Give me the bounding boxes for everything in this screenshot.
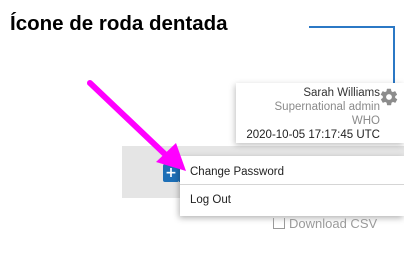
user-dropdown-menu: Change Password Log Out xyxy=(180,156,404,216)
user-info: Sarah Williams Supernational admin WHO 2… xyxy=(246,86,380,142)
annotation-leader-line xyxy=(309,26,395,28)
add-button[interactable]: + xyxy=(163,164,179,182)
user-name: Sarah Williams xyxy=(303,87,380,99)
menu-divider xyxy=(180,184,404,185)
download-csv-button[interactable]: Download CSV xyxy=(273,216,378,231)
log-out-menu-item[interactable]: Log Out xyxy=(190,194,231,206)
download-csv-label: Download CSV xyxy=(289,216,378,231)
change-password-menu-item[interactable]: Change Password xyxy=(190,166,284,178)
user-role: Supernational admin xyxy=(274,101,381,113)
user-org: WHO xyxy=(351,115,380,127)
gear-icon[interactable] xyxy=(379,87,399,107)
login-timestamp: 2020-10-05 17:17:45 UTC xyxy=(246,129,380,141)
user-info-card: Sarah Williams Supernational admin WHO 2… xyxy=(236,83,404,143)
download-icon xyxy=(273,218,285,229)
annotation-label: Ícone de roda dentada xyxy=(10,12,228,35)
